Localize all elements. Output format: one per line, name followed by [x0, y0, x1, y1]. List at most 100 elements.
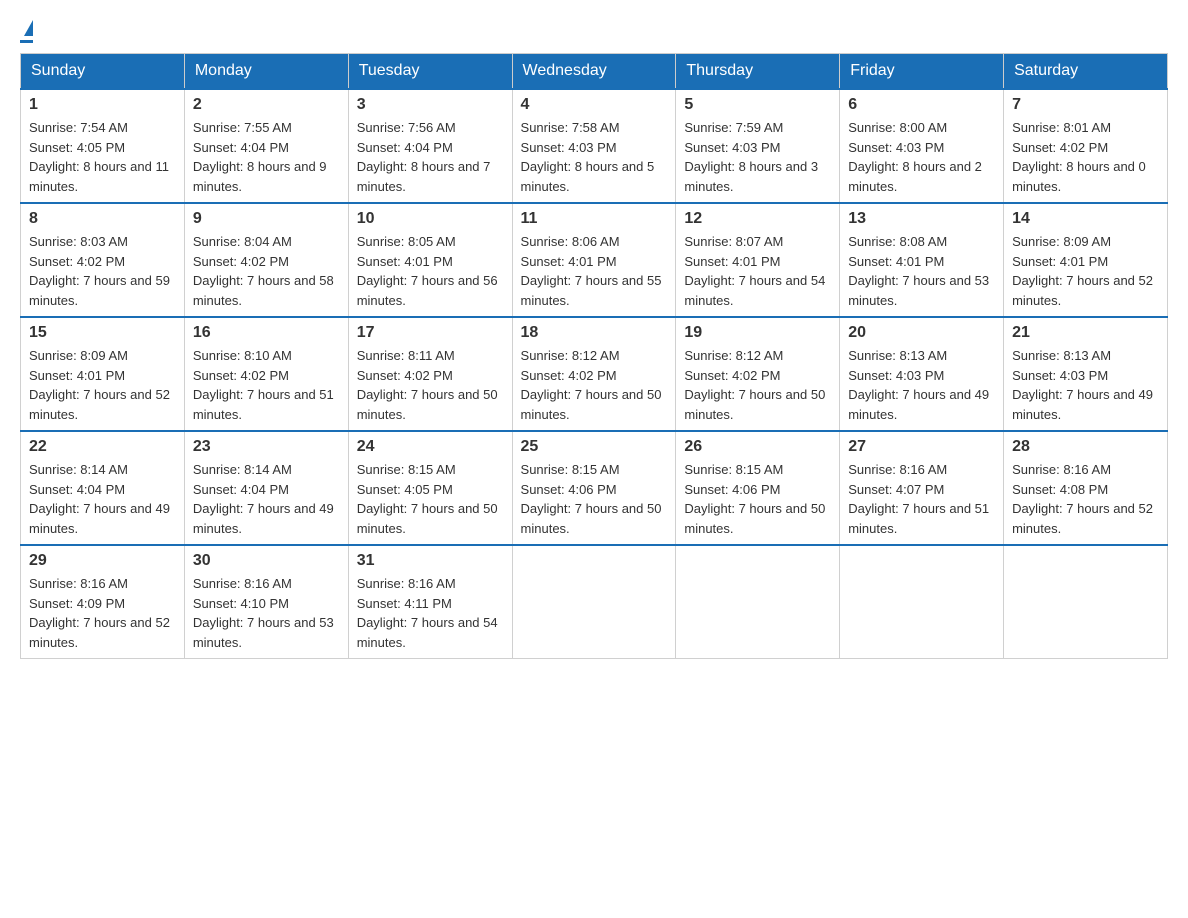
- calendar-header-wednesday: Wednesday: [512, 54, 676, 90]
- day-number: 2: [193, 96, 340, 114]
- calendar-day-9: 9 Sunrise: 8:04 AM Sunset: 4:02 PM Dayli…: [184, 203, 348, 317]
- calendar-day-26: 26 Sunrise: 8:15 AM Sunset: 4:06 PM Dayl…: [676, 431, 840, 545]
- calendar-day-17: 17 Sunrise: 8:11 AM Sunset: 4:02 PM Dayl…: [348, 317, 512, 431]
- day-info: Sunrise: 8:12 AM Sunset: 4:02 PM Dayligh…: [684, 346, 831, 424]
- day-info: Sunrise: 7:55 AM Sunset: 4:04 PM Dayligh…: [193, 118, 340, 196]
- calendar-week-row: 15 Sunrise: 8:09 AM Sunset: 4:01 PM Dayl…: [21, 317, 1168, 431]
- day-info: Sunrise: 8:16 AM Sunset: 4:07 PM Dayligh…: [848, 460, 995, 538]
- day-number: 28: [1012, 438, 1159, 456]
- day-number: 25: [521, 438, 668, 456]
- calendar-day-25: 25 Sunrise: 8:15 AM Sunset: 4:06 PM Dayl…: [512, 431, 676, 545]
- day-info: Sunrise: 8:15 AM Sunset: 4:05 PM Dayligh…: [357, 460, 504, 538]
- calendar-day-7: 7 Sunrise: 8:01 AM Sunset: 4:02 PM Dayli…: [1004, 89, 1168, 203]
- day-info: Sunrise: 8:09 AM Sunset: 4:01 PM Dayligh…: [1012, 232, 1159, 310]
- calendar-day-4: 4 Sunrise: 7:58 AM Sunset: 4:03 PM Dayli…: [512, 89, 676, 203]
- calendar-header-friday: Friday: [840, 54, 1004, 90]
- day-number: 7: [1012, 96, 1159, 114]
- day-info: Sunrise: 8:16 AM Sunset: 4:09 PM Dayligh…: [29, 574, 176, 652]
- calendar-header-thursday: Thursday: [676, 54, 840, 90]
- day-number: 31: [357, 552, 504, 570]
- logo-underline: [20, 40, 33, 43]
- page-header: [20, 20, 1168, 43]
- calendar-day-24: 24 Sunrise: 8:15 AM Sunset: 4:05 PM Dayl…: [348, 431, 512, 545]
- calendar-empty-cell: [840, 545, 1004, 659]
- calendar-day-2: 2 Sunrise: 7:55 AM Sunset: 4:04 PM Dayli…: [184, 89, 348, 203]
- day-info: Sunrise: 8:16 AM Sunset: 4:08 PM Dayligh…: [1012, 460, 1159, 538]
- logo-triangle-icon: [24, 20, 33, 36]
- calendar-day-12: 12 Sunrise: 8:07 AM Sunset: 4:01 PM Dayl…: [676, 203, 840, 317]
- day-number: 12: [684, 210, 831, 228]
- calendar-day-31: 31 Sunrise: 8:16 AM Sunset: 4:11 PM Dayl…: [348, 545, 512, 659]
- day-number: 17: [357, 324, 504, 342]
- day-info: Sunrise: 7:54 AM Sunset: 4:05 PM Dayligh…: [29, 118, 176, 196]
- day-number: 6: [848, 96, 995, 114]
- calendar-day-22: 22 Sunrise: 8:14 AM Sunset: 4:04 PM Dayl…: [21, 431, 185, 545]
- day-info: Sunrise: 8:13 AM Sunset: 4:03 PM Dayligh…: [1012, 346, 1159, 424]
- day-number: 22: [29, 438, 176, 456]
- day-number: 20: [848, 324, 995, 342]
- day-number: 21: [1012, 324, 1159, 342]
- day-info: Sunrise: 7:58 AM Sunset: 4:03 PM Dayligh…: [521, 118, 668, 196]
- day-number: 9: [193, 210, 340, 228]
- calendar-empty-cell: [1004, 545, 1168, 659]
- day-info: Sunrise: 8:09 AM Sunset: 4:01 PM Dayligh…: [29, 346, 176, 424]
- calendar-header-monday: Monday: [184, 54, 348, 90]
- calendar-day-30: 30 Sunrise: 8:16 AM Sunset: 4:10 PM Dayl…: [184, 545, 348, 659]
- day-info: Sunrise: 8:01 AM Sunset: 4:02 PM Dayligh…: [1012, 118, 1159, 196]
- calendar-day-8: 8 Sunrise: 8:03 AM Sunset: 4:02 PM Dayli…: [21, 203, 185, 317]
- calendar-day-6: 6 Sunrise: 8:00 AM Sunset: 4:03 PM Dayli…: [840, 89, 1004, 203]
- calendar-day-18: 18 Sunrise: 8:12 AM Sunset: 4:02 PM Dayl…: [512, 317, 676, 431]
- calendar-day-19: 19 Sunrise: 8:12 AM Sunset: 4:02 PM Dayl…: [676, 317, 840, 431]
- day-info: Sunrise: 8:08 AM Sunset: 4:01 PM Dayligh…: [848, 232, 995, 310]
- calendar-day-21: 21 Sunrise: 8:13 AM Sunset: 4:03 PM Dayl…: [1004, 317, 1168, 431]
- day-info: Sunrise: 8:00 AM Sunset: 4:03 PM Dayligh…: [848, 118, 995, 196]
- day-number: 13: [848, 210, 995, 228]
- day-info: Sunrise: 8:13 AM Sunset: 4:03 PM Dayligh…: [848, 346, 995, 424]
- day-info: Sunrise: 8:15 AM Sunset: 4:06 PM Dayligh…: [684, 460, 831, 538]
- day-info: Sunrise: 8:14 AM Sunset: 4:04 PM Dayligh…: [193, 460, 340, 538]
- calendar-day-5: 5 Sunrise: 7:59 AM Sunset: 4:03 PM Dayli…: [676, 89, 840, 203]
- day-number: 3: [357, 96, 504, 114]
- logo: [20, 20, 33, 43]
- calendar-week-row: 1 Sunrise: 7:54 AM Sunset: 4:05 PM Dayli…: [21, 89, 1168, 203]
- day-number: 15: [29, 324, 176, 342]
- day-number: 11: [521, 210, 668, 228]
- day-number: 26: [684, 438, 831, 456]
- calendar-day-3: 3 Sunrise: 7:56 AM Sunset: 4:04 PM Dayli…: [348, 89, 512, 203]
- calendar-day-29: 29 Sunrise: 8:16 AM Sunset: 4:09 PM Dayl…: [21, 545, 185, 659]
- calendar-table: SundayMondayTuesdayWednesdayThursdayFrid…: [20, 53, 1168, 659]
- calendar-empty-cell: [512, 545, 676, 659]
- day-info: Sunrise: 8:11 AM Sunset: 4:02 PM Dayligh…: [357, 346, 504, 424]
- day-info: Sunrise: 8:16 AM Sunset: 4:10 PM Dayligh…: [193, 574, 340, 652]
- day-number: 14: [1012, 210, 1159, 228]
- calendar-week-row: 22 Sunrise: 8:14 AM Sunset: 4:04 PM Dayl…: [21, 431, 1168, 545]
- day-info: Sunrise: 8:12 AM Sunset: 4:02 PM Dayligh…: [521, 346, 668, 424]
- calendar-header-tuesday: Tuesday: [348, 54, 512, 90]
- day-number: 5: [684, 96, 831, 114]
- day-number: 27: [848, 438, 995, 456]
- day-info: Sunrise: 7:56 AM Sunset: 4:04 PM Dayligh…: [357, 118, 504, 196]
- calendar-day-10: 10 Sunrise: 8:05 AM Sunset: 4:01 PM Dayl…: [348, 203, 512, 317]
- day-number: 30: [193, 552, 340, 570]
- day-info: Sunrise: 8:14 AM Sunset: 4:04 PM Dayligh…: [29, 460, 176, 538]
- day-info: Sunrise: 8:07 AM Sunset: 4:01 PM Dayligh…: [684, 232, 831, 310]
- calendar-day-16: 16 Sunrise: 8:10 AM Sunset: 4:02 PM Dayl…: [184, 317, 348, 431]
- calendar-week-row: 29 Sunrise: 8:16 AM Sunset: 4:09 PM Dayl…: [21, 545, 1168, 659]
- day-number: 19: [684, 324, 831, 342]
- calendar-empty-cell: [676, 545, 840, 659]
- day-info: Sunrise: 7:59 AM Sunset: 4:03 PM Dayligh…: [684, 118, 831, 196]
- calendar-day-27: 27 Sunrise: 8:16 AM Sunset: 4:07 PM Dayl…: [840, 431, 1004, 545]
- calendar-header-saturday: Saturday: [1004, 54, 1168, 90]
- day-number: 10: [357, 210, 504, 228]
- calendar-day-20: 20 Sunrise: 8:13 AM Sunset: 4:03 PM Dayl…: [840, 317, 1004, 431]
- calendar-day-13: 13 Sunrise: 8:08 AM Sunset: 4:01 PM Dayl…: [840, 203, 1004, 317]
- day-number: 24: [357, 438, 504, 456]
- day-info: Sunrise: 8:05 AM Sunset: 4:01 PM Dayligh…: [357, 232, 504, 310]
- calendar-week-row: 8 Sunrise: 8:03 AM Sunset: 4:02 PM Dayli…: [21, 203, 1168, 317]
- calendar-day-28: 28 Sunrise: 8:16 AM Sunset: 4:08 PM Dayl…: [1004, 431, 1168, 545]
- day-number: 8: [29, 210, 176, 228]
- day-number: 4: [521, 96, 668, 114]
- day-number: 18: [521, 324, 668, 342]
- calendar-day-11: 11 Sunrise: 8:06 AM Sunset: 4:01 PM Dayl…: [512, 203, 676, 317]
- day-info: Sunrise: 8:15 AM Sunset: 4:06 PM Dayligh…: [521, 460, 668, 538]
